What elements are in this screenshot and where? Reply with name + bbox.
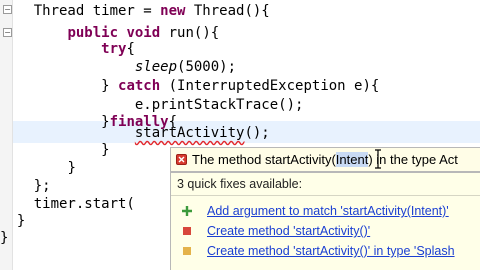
error-icon (176, 154, 187, 165)
selected-text: Intent (335, 152, 369, 167)
quick-fix-label[interactable]: Create method 'startActivity()' in type … (207, 244, 455, 258)
quick-fix-header: 3 quick fixes available: (177, 177, 303, 191)
quick-fix-label[interactable]: Add argument to match 'startActivity(Int… (207, 204, 449, 218)
quick-fix-panel: 3 quick fixes available: Add argument to… (170, 172, 480, 270)
add-argument-icon (182, 206, 192, 216)
error-message: The method startActivity(Intent) in the … (192, 152, 458, 167)
error-underline: startActivity (134, 125, 245, 141)
quick-fix-create-method-in-type[interactable]: Create method 'startActivity()' in type … (181, 241, 455, 261)
code-line-1: Thread timer = new Thread(){ (33, 3, 270, 19)
quick-fix-label[interactable]: Create method 'startActivity()' (207, 224, 370, 238)
quick-fix-create-method[interactable]: Create method 'startActivity()' (181, 221, 370, 241)
text-cursor-icon (375, 149, 381, 169)
divider (171, 195, 480, 196)
error-hover-tooltip[interactable]: The method startActivity(Intent) in the … (170, 147, 480, 172)
quick-fix-add-argument[interactable]: Add argument to match 'startActivity(Int… (181, 201, 449, 221)
create-method-in-type-icon (183, 247, 191, 255)
code-line-14: } (0, 230, 9, 246)
create-method-icon (183, 227, 191, 235)
